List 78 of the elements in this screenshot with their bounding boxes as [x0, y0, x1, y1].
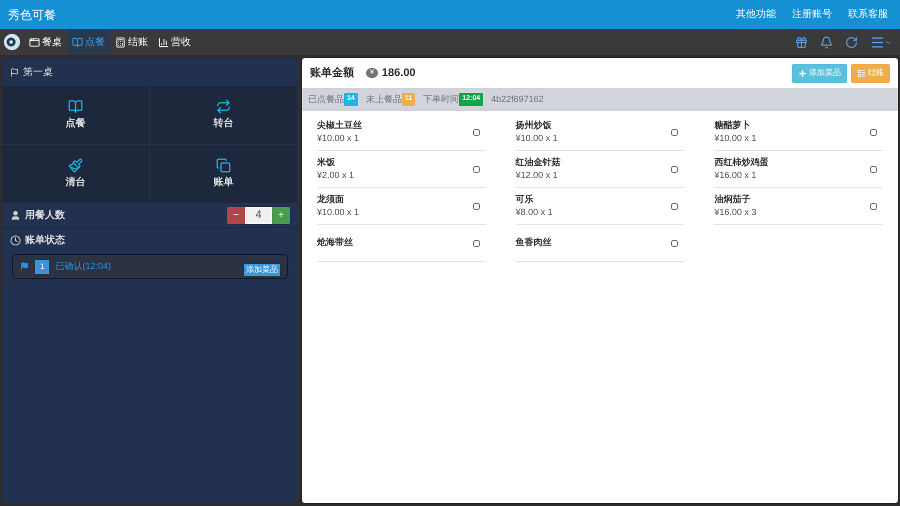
clock-icon [10, 234, 21, 246]
swap-icon [216, 99, 231, 114]
plus-button[interactable]: + [272, 207, 290, 224]
minus-button[interactable]: − [227, 207, 245, 224]
nav-tab[interactable]: 结账 [110, 29, 153, 55]
dish-price: ¥16.00 x 1 [714, 169, 758, 182]
dish-price: ¥8.00 x 1 [516, 206, 553, 219]
dish-price: ¥10.00 x 1 [516, 132, 558, 145]
status-entry[interactable]: 1 已确认(12:04) 添加菜品 [12, 254, 288, 279]
dish-price: ¥10.00 x 1 [714, 132, 756, 145]
flag-icon [20, 262, 29, 271]
status-label: 账单状态 [25, 234, 65, 248]
dish-price: ¥12.00 x 1 [516, 169, 559, 182]
nav-tab[interactable]: 点餐 [67, 29, 110, 55]
action-tile[interactable]: 账单 [150, 145, 298, 204]
dish-checkbox[interactable] [472, 128, 480, 136]
dish-checkbox[interactable] [870, 128, 877, 136]
guests-label: 用餐人数 [25, 208, 65, 223]
dish-name: 糖醋萝卜 [714, 118, 752, 132]
dish-name: 西红柿炒鸡蛋 [714, 156, 768, 169]
brush-icon [68, 158, 83, 173]
header-link[interactable]: 联系客服 [848, 7, 888, 22]
stat-label: 下单时间 [423, 92, 460, 106]
dish-name: 尖椒土豆丝 [317, 118, 362, 132]
bill-title: 账单金额 [310, 66, 354, 81]
dish-name: 炝海带丝 [317, 236, 353, 250]
action-tile[interactable]: 清台 [2, 145, 150, 204]
nav-tab[interactable]: 营收 [153, 29, 196, 55]
dish-name: 米饭 [317, 156, 336, 168]
dish-checkbox[interactable] [472, 202, 480, 210]
action-tile[interactable]: 转台 [150, 86, 298, 145]
copy-icon [216, 158, 231, 173]
book-icon [68, 99, 83, 114]
plus-icon [798, 68, 807, 78]
dish-checkbox[interactable] [671, 128, 678, 136]
dish-checkbox[interactable] [472, 166, 480, 172]
bar-chart-icon [158, 36, 169, 48]
dish-checkbox[interactable] [671, 240, 678, 246]
panel-title: 第一桌 [23, 66, 53, 80]
dish-checkbox[interactable] [671, 202, 678, 210]
order-id: 4b22f697162 [491, 92, 544, 106]
dish-price: ¥2.00 x 1 [317, 169, 354, 182]
dish-price: ¥10.00 x 1 [317, 132, 360, 145]
dish-name: 扬州炒饭 [516, 118, 553, 132]
gift-icon[interactable] [795, 36, 808, 48]
flag-icon [10, 68, 19, 76]
dish-checkbox[interactable] [472, 240, 480, 246]
stat-label: 已点餐品 [308, 92, 344, 106]
dish-price: ¥10.00 x 1 [317, 206, 360, 219]
book-icon [72, 36, 83, 48]
nav-tab[interactable]: 餐桌 [24, 29, 67, 55]
logo-icon [3, 33, 21, 51]
status-text: 已确认(12:04) [55, 260, 111, 273]
dish-checkbox[interactable] [870, 202, 877, 210]
bill-amount: 186.00 [382, 66, 416, 81]
list-icon [857, 68, 866, 78]
dish-name: 龙须面 [317, 192, 345, 206]
dish-checkbox[interactable] [671, 166, 678, 172]
header-link[interactable]: 注册账号 [792, 7, 832, 22]
status-number: 1 [35, 260, 50, 274]
menu-icon[interactable] [870, 34, 892, 50]
guest-count-field[interactable]: 4 [245, 207, 272, 224]
calculator-icon [115, 36, 126, 48]
dish-checkbox[interactable] [870, 166, 877, 172]
dish-price: ¥16.00 x 3 [714, 206, 756, 219]
header-link[interactable]: 其他功能 [736, 7, 776, 22]
dish-name: 红油金针菇 [516, 156, 561, 168]
refresh-icon[interactable] [845, 36, 858, 48]
action-tile[interactable]: 点餐 [2, 86, 150, 145]
bell-icon[interactable] [820, 36, 833, 48]
dish-name: 可乐 [516, 192, 535, 206]
dish-name: 鱼香肉丝 [516, 236, 552, 250]
app-title: 秀色可餐 [8, 6, 56, 24]
person-icon [10, 210, 21, 221]
status-tag: 添加菜品 [244, 264, 280, 276]
window-icon [29, 36, 40, 48]
dish-name: 油焖茄子 [714, 192, 752, 206]
stat-label: 未上餐品 [366, 92, 402, 106]
